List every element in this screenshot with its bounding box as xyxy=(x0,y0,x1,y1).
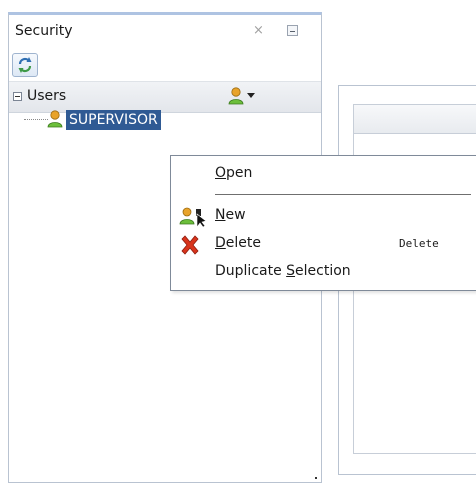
screen: Security × Users SUPERVISOR Open New Del… xyxy=(0,0,476,483)
menu-item-label: New xyxy=(215,207,246,223)
users-section-label: Users xyxy=(27,88,67,104)
collapse-minus-icon[interactable] xyxy=(13,92,22,101)
minimize-icon[interactable] xyxy=(287,25,298,36)
menu-item-label: Open xyxy=(215,165,253,181)
refresh-button[interactable] xyxy=(12,53,38,77)
resize-mark xyxy=(315,477,317,479)
refresh-icon xyxy=(18,57,32,73)
context-menu: Open New Delete Delete Duplicate Selecti… xyxy=(170,155,476,291)
add-user-dropdown-button[interactable] xyxy=(225,85,269,109)
menu-item-delete[interactable]: Delete Delete xyxy=(171,232,476,256)
menu-item-shortcut: Delete xyxy=(399,237,439,250)
menu-item-label: Duplicate Selection xyxy=(215,263,351,279)
menu-item-duplicate-selection[interactable]: Duplicate Selection xyxy=(171,260,476,284)
editor-content-header xyxy=(354,105,476,134)
user-icon xyxy=(47,110,63,128)
panel-title: Security xyxy=(15,23,73,39)
new-user-icon xyxy=(179,207,207,228)
panel-header: Security × xyxy=(9,15,321,51)
close-icon[interactable]: × xyxy=(253,24,264,37)
menu-separator xyxy=(215,194,471,195)
chevron-down-icon xyxy=(247,93,255,98)
menu-item-open[interactable]: Open xyxy=(171,162,476,186)
menu-item-new[interactable]: New xyxy=(171,204,476,228)
panel-toolbar xyxy=(9,51,321,82)
menu-item-label: Delete xyxy=(215,235,261,251)
tree-connector xyxy=(24,119,48,120)
user-icon xyxy=(228,87,244,105)
delete-x-icon xyxy=(181,235,199,255)
tree-node-supervisor[interactable]: SUPERVISOR xyxy=(66,110,161,130)
